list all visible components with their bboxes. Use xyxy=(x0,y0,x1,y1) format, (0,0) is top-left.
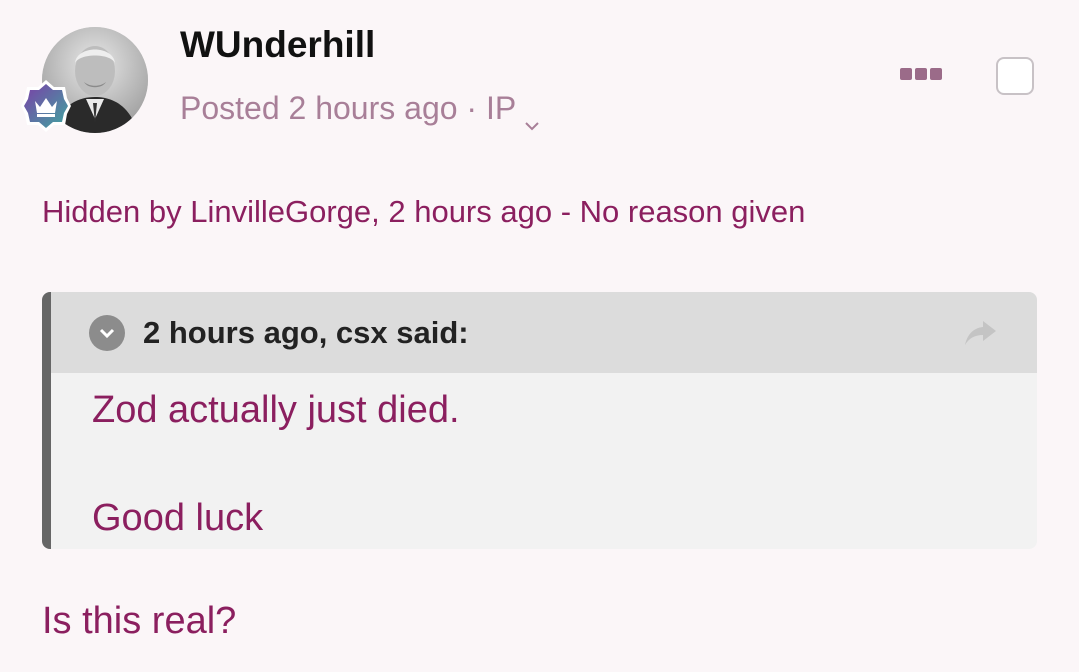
more-dot xyxy=(930,68,942,80)
expand-quote-icon[interactable] xyxy=(89,314,125,351)
hidden-notice: Hidden by LinvilleGorge, 2 hours ago - N… xyxy=(42,194,806,229)
more-dot xyxy=(900,68,912,80)
author-avatar-wrap[interactable] xyxy=(21,27,148,133)
more-dot xyxy=(915,68,927,80)
post-meta: Posted 2 hours ago · IP xyxy=(180,90,540,130)
chevron-down-icon[interactable] xyxy=(524,103,540,130)
quote-line: Good luck xyxy=(92,497,264,539)
share-arrow-icon[interactable] xyxy=(963,318,999,348)
meta-separator: · xyxy=(466,90,478,126)
select-post-checkbox[interactable] xyxy=(996,57,1034,95)
quote-body: Zod actually just died. Good luck xyxy=(51,373,1037,545)
quote-header: 2 hours ago, csx said: xyxy=(51,292,1037,373)
crown-badge-icon xyxy=(20,79,72,133)
post-body: Is this real? xyxy=(42,600,237,642)
posted-label: Posted xyxy=(180,90,280,126)
quote-citation: 2 hours ago, csx said: xyxy=(143,314,469,350)
quote-block: 2 hours ago, csx said: Zod actually just… xyxy=(42,292,1037,549)
author-name[interactable]: WUnderhill xyxy=(180,24,375,66)
more-options-icon[interactable] xyxy=(900,68,944,84)
quote-line: Zod actually just died. xyxy=(92,389,460,431)
ip-toggle[interactable]: IP xyxy=(486,90,516,127)
post-time[interactable]: 2 hours ago xyxy=(289,90,458,127)
